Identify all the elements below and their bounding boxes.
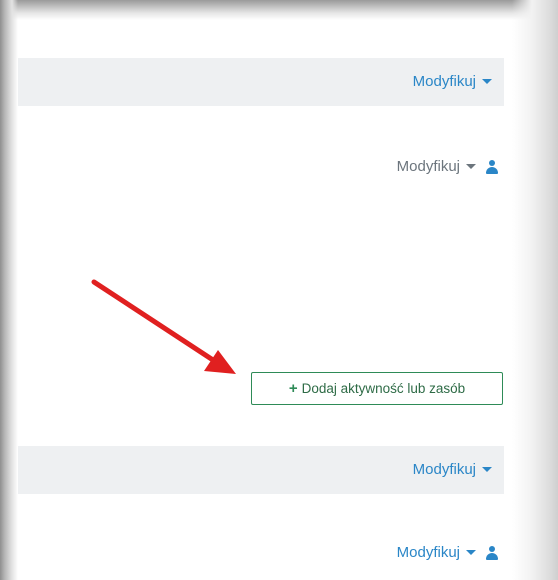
section-modify-label: Modyfikuj	[412, 461, 476, 478]
add-activity-label: Dodaj aktywność lub zasób	[301, 381, 466, 396]
frame-shadow-top	[0, 0, 558, 20]
section-modify-label: Modyfikuj	[412, 73, 476, 90]
frame-shadow-right	[512, 0, 558, 580]
section-modify-dropdown-2[interactable]: Modyfikuj	[413, 461, 492, 478]
section-header-1: Modyfikuj	[18, 58, 504, 106]
caret-down-icon	[466, 550, 476, 555]
activity-modify-label: Modyfikuj	[396, 544, 460, 561]
plus-icon: +	[288, 380, 298, 397]
caret-down-icon	[466, 164, 476, 169]
screenshot-frame: Modyfikuj Modyfikuj + Dodaj aktywność lu…	[0, 0, 558, 580]
caret-down-icon	[482, 467, 492, 472]
add-activity-or-resource-button[interactable]: + Dodaj aktywność lub zasób	[251, 372, 503, 405]
course-content: Modyfikuj Modyfikuj + Dodaj aktywność lu…	[18, 20, 504, 580]
user-icon[interactable]	[486, 545, 498, 560]
section-header-2: Modyfikuj	[18, 446, 504, 494]
activity-modify-label: Modyfikuj	[396, 158, 460, 175]
activity-modify-dropdown-2[interactable]: Modyfikuj	[397, 544, 498, 561]
user-icon[interactable]	[486, 159, 498, 174]
frame-shadow-left	[0, 0, 18, 580]
section-modify-dropdown-1[interactable]: Modyfikuj	[413, 73, 492, 90]
caret-down-icon	[482, 79, 492, 84]
activity-modify-dropdown-1[interactable]: Modyfikuj	[397, 158, 498, 175]
red-arrow-annotation	[91, 279, 236, 374]
